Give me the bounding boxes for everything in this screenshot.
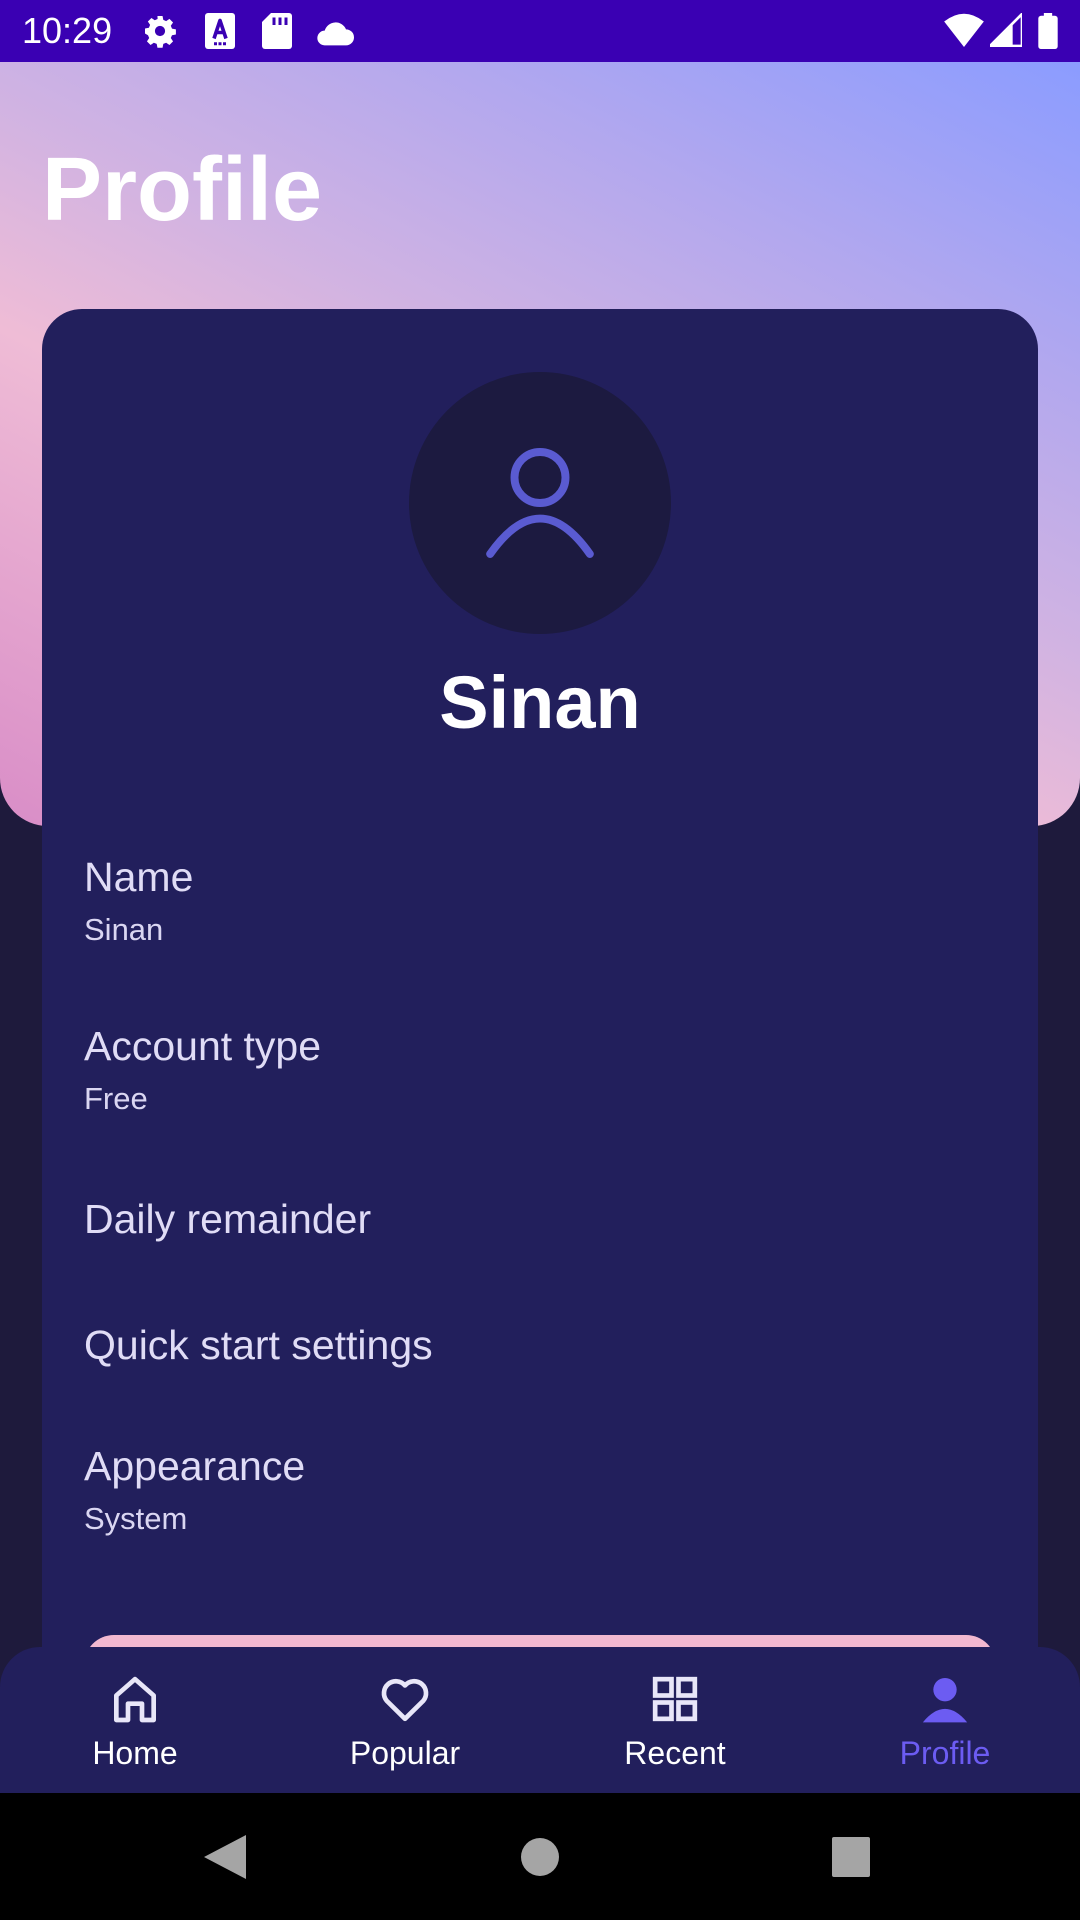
person-outline-icon [486,448,594,558]
nav-item-home[interactable]: Home [0,1647,270,1793]
setting-account-type[interactable]: Account type Free [84,1021,996,1119]
signal-icon [990,13,1022,47]
page-title: Profile [42,140,323,240]
setting-title: Account type [84,1023,322,1069]
nav-label: Profile [899,1735,991,1771]
back-icon[interactable] [204,1835,246,1879]
status-bar: 10:29 [0,0,1080,62]
system-nav-bar [0,1793,1080,1920]
setting-title: Quick start settings [84,1322,433,1368]
setting-daily-remainder[interactable]: Daily remainder [84,1194,996,1244]
bottom-nav: Home Popular Recent Profile [0,1647,1080,1793]
setting-title: Appearance [84,1443,306,1489]
status-time: 10:29 [22,10,113,51]
recents-icon[interactable] [832,1837,870,1877]
nav-label: Recent [624,1735,726,1771]
cloud-icon [317,22,354,46]
keyboard-a-icon [205,13,235,49]
setting-value: System [84,1501,188,1536]
setting-appearance[interactable]: Appearance System [84,1441,996,1539]
sd-card-icon [262,13,292,49]
gear-icon [145,16,176,48]
nav-item-profile[interactable]: Profile [810,1647,1080,1793]
nav-label: Popular [349,1735,461,1771]
home-icon [114,1676,157,1723]
nav-item-recent[interactable]: Recent [540,1647,810,1793]
setting-title: Name [84,854,194,900]
setting-value: Free [84,1081,148,1116]
profile-name: Sinan [439,661,641,744]
profile-avatar [409,372,671,634]
nav-label: Home [92,1735,178,1771]
setting-title: Daily remainder [84,1196,372,1242]
nav-item-popular[interactable]: Popular [270,1647,540,1793]
grid-icon [652,1676,698,1722]
setting-value: Sinan [84,912,164,947]
profile-card: Sinan Name Sinan Account type Free Daily… [42,309,1038,1720]
wifi-icon [944,13,984,47]
setting-name[interactable]: Name Sinan [84,852,996,950]
home-circle-icon[interactable] [520,1837,560,1877]
battery-icon [1038,13,1058,49]
heart-icon [381,1678,429,1722]
person-icon [922,1678,968,1723]
setting-quick-start[interactable]: Quick start settings [84,1320,996,1370]
